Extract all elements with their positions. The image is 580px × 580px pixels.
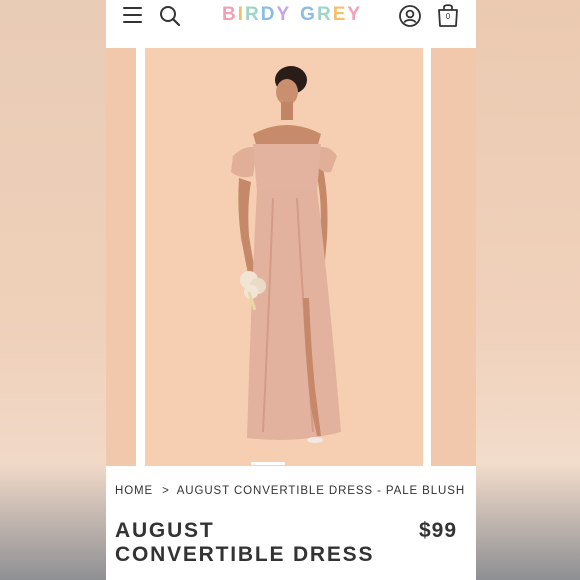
brand-logo[interactable]: BIRDY GREY: [222, 4, 362, 26]
product-price: $99: [419, 519, 458, 542]
dress-model-illustration: [231, 66, 341, 443]
mobile-page: BIRDY GREY 0 HOME > AUGUST CONVERTIBLE D…: [106, 0, 476, 580]
cart-count: 0: [445, 12, 451, 21]
logo-letter: R: [245, 4, 261, 25]
menu-icon[interactable]: [123, 7, 142, 23]
breadcrumb-home-link[interactable]: HOME: [115, 485, 153, 497]
logo-letter: B: [222, 4, 238, 25]
logo-letter: Y: [347, 4, 363, 25]
previous-slide[interactable]: [106, 48, 136, 466]
product-title: AUGUST CONVERTIBLE DRESS: [115, 519, 375, 566]
breadcrumb: HOME > AUGUST CONVERTIBLE DRESS - PALE BLU…: [115, 485, 465, 497]
logo-letter: Y: [276, 4, 292, 25]
logo-letter: D: [260, 4, 277, 25]
background-right: [476, 0, 580, 580]
product-image-carousel[interactable]: [106, 48, 476, 466]
breadcrumb-current: AUGUST CONVERTIBLE DRESS - PALE BLUSH: [176, 485, 466, 497]
site-header: BIRDY GREY 0: [106, 0, 476, 32]
shopping-bag-button[interactable]: 0: [436, 2, 460, 28]
carousel-indicator[interactable]: [251, 462, 285, 465]
logo-letter: I: [237, 4, 246, 25]
account-icon[interactable]: [398, 4, 422, 28]
next-slide[interactable]: [431, 48, 476, 466]
logo-letter: E: [332, 4, 348, 25]
product-image[interactable]: [145, 48, 423, 466]
logo-letter: R: [316, 4, 333, 25]
breadcrumb-separator: >: [162, 485, 170, 497]
background-left: [0, 0, 106, 580]
search-icon[interactable]: [158, 4, 182, 28]
logo-letter: G: [300, 4, 317, 25]
